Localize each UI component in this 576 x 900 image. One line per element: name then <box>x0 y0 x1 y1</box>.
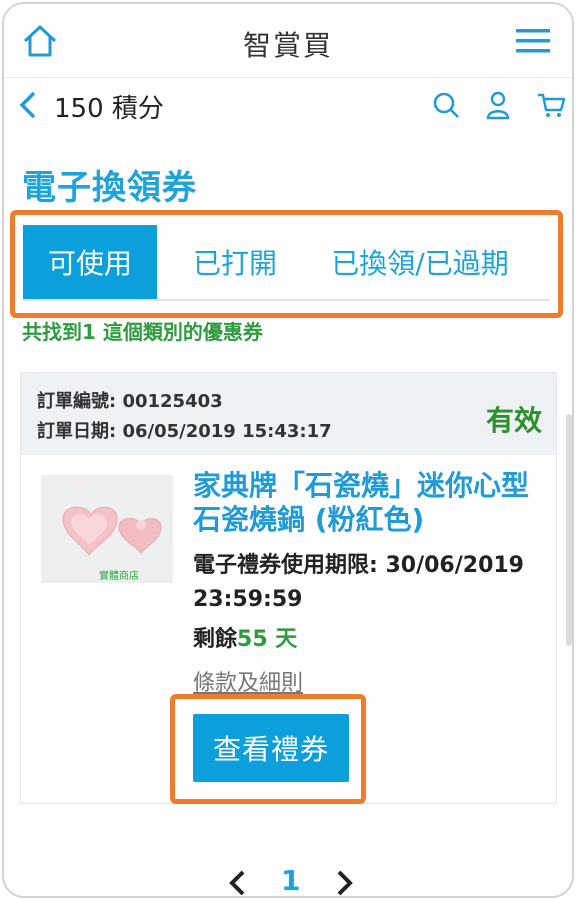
product-thumbnail[interactable]: 實體商店 <box>41 475 173 583</box>
hamburger-menu-icon[interactable] <box>516 28 550 54</box>
scrollbar[interactable] <box>566 414 572 646</box>
pagination: 1 <box>4 864 572 898</box>
tab-opened[interactable]: 已打開 <box>165 225 305 299</box>
tab-redeemed-expired[interactable]: 已換領/已過期 <box>305 225 535 299</box>
thumbnail-caption: 實體商店 <box>99 571 139 582</box>
terms-link[interactable]: 條款及細則 <box>193 665 303 697</box>
app-bar: 智賞買 <box>4 4 572 78</box>
device-frame: 智賞買 150 積分 電子換領券 可使用 已打開 已換領/已過期 共找到1 這個… <box>2 2 574 898</box>
user-icon[interactable] <box>486 90 510 120</box>
next-page-icon[interactable] <box>334 868 356 898</box>
current-page-number[interactable]: 1 <box>281 864 300 896</box>
order-header: 訂單編號: 00125403 訂單日期: 06/05/2019 15:43:17… <box>21 373 556 455</box>
tabs-divider <box>23 299 550 301</box>
expiry-date: 電子禮券使用期限: 30/06/2019 23:59:59 <box>193 553 524 612</box>
prev-page-icon[interactable] <box>226 868 248 898</box>
page-title: 電子換領券 <box>22 168 197 208</box>
points-balance: 150 積分 <box>54 94 164 124</box>
cart-icon[interactable] <box>536 90 566 120</box>
app-title: 智賞買 <box>242 29 333 62</box>
result-count: 共找到1 這個類別的優惠券 <box>22 320 263 344</box>
product-name-link[interactable]: 家典牌「石瓷燒」迷你心型石瓷燒鍋 (粉紅色) <box>193 469 543 537</box>
remaining-days-value: 55 天 <box>237 627 298 652</box>
tab-available[interactable]: 可使用 <box>23 225 157 299</box>
view-voucher-highlight: 查看禮券 <box>170 694 366 804</box>
voucher-tabs-highlight: 可使用 已打開 已換領/已過期 <box>10 210 563 318</box>
remaining-prefix: 剩餘 <box>193 627 238 652</box>
remaining-days: 剩餘55 天 <box>193 621 297 653</box>
view-voucher-button[interactable]: 查看禮券 <box>193 714 349 782</box>
order-number: 訂單編號: 00125403 <box>37 391 223 412</box>
status-badge: 有效 <box>485 404 542 437</box>
back-chevron-icon[interactable] <box>16 90 40 120</box>
order-date: 訂單日期: 06/05/2019 15:43:17 <box>37 421 332 442</box>
search-icon[interactable] <box>432 90 460 120</box>
sub-navigation: 150 積分 <box>4 80 572 132</box>
